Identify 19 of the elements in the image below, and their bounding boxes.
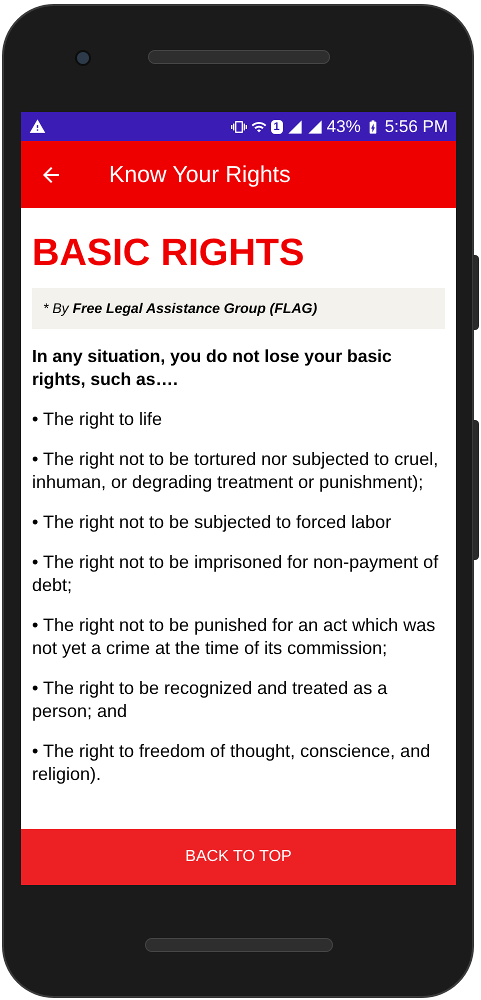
rights-item: • The right not to be subjected to forced labor (32, 511, 392, 534)
signal-icon (286, 118, 303, 134)
rights-item: • The right not to be imprisoned for non-payment of debt; (32, 551, 440, 597)
vibrate-icon (230, 118, 247, 134)
rights-item: • The right to life (32, 408, 164, 431)
byline: * By Free Legal Assistance Group (FLAG) (32, 288, 445, 329)
toolbar-title: Know Your Rights (109, 160, 291, 190)
warning-icon (29, 118, 46, 135)
signal-icon (306, 118, 323, 134)
rights-item: • The right not to be punished for an act which was not yet a crime at the time of its commission; (32, 614, 436, 660)
battery-percent: 43% (326, 116, 361, 138)
rights-item: • The right not to be tortured nor subjected to cruel, inhuman, or degrading treatment or punishment); (32, 448, 440, 494)
rights-item: • The right to be recognized and treated as a person; and (32, 677, 388, 723)
back-to-top-button[interactable]: BACK TO TOP (21, 829, 456, 885)
intro-paragraph: In any situation, you do not lose your basic rights, such as…. (32, 345, 393, 391)
sim-indicator: 1 (270, 120, 283, 134)
article-heading: BASIC RIGHTS (32, 231, 306, 276)
rights-item: • The right to freedom of thought, conscience, and religion). (32, 740, 432, 786)
clock: 5:56 PM (384, 116, 448, 138)
